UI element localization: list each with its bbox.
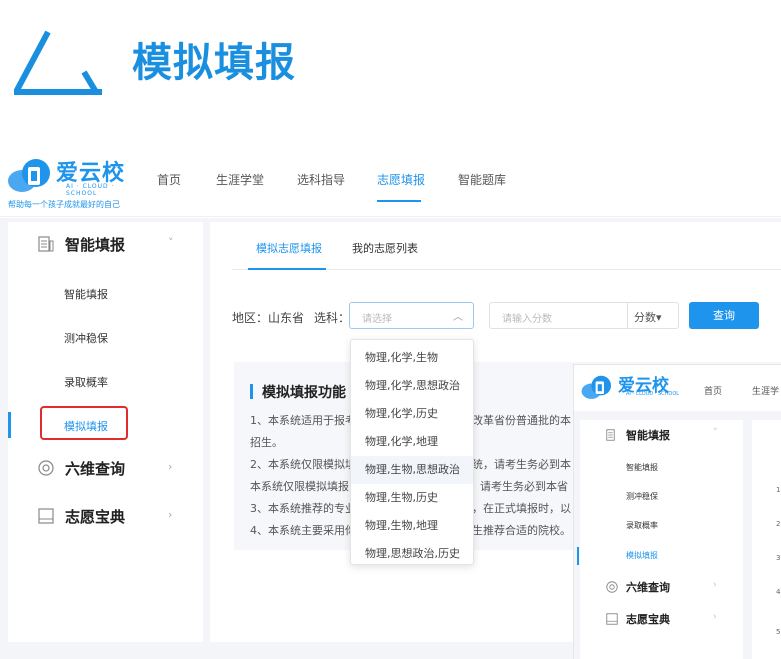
query-button[interactable]: 查询 xyxy=(689,302,759,329)
mini-group-label: 志愿宝典 xyxy=(626,613,670,626)
tab-simulate-fill[interactable]: 模拟志愿填报 xyxy=(256,240,322,256)
chevron-right-icon: › xyxy=(168,460,173,473)
radar-icon xyxy=(38,460,54,476)
mini-item-probability[interactable]: 录取概率 xyxy=(626,520,658,531)
top-navbar: 爱云校 AI · CLOUD · SCHOOL 帮助每一个孩子成就最好的自己 首… xyxy=(0,145,781,217)
mini-list-number: 1 xyxy=(776,486,781,494)
mini-list-number: 5 xyxy=(776,628,781,636)
dropdown-option[interactable]: 物理,生物,思想政治 xyxy=(351,456,473,484)
info-title-bar xyxy=(250,384,253,399)
overlay-screenshot: 爱云校 AI · CLOUD · SCHOOL 首页 生涯学 智能填报 ˅ 智能… xyxy=(573,364,781,659)
mini-item-simulate-fill[interactable]: 模拟填报 xyxy=(626,550,658,561)
hero-header: 模拟填报 xyxy=(0,0,781,110)
mini-group-guidebook[interactable]: 志愿宝典 › xyxy=(580,604,743,634)
sidebar-group-label: 智能填报 xyxy=(65,236,126,254)
chevron-down-icon: ˅ xyxy=(168,236,174,249)
info-line: 4、本系统主要采用你 xyxy=(250,524,356,537)
cloud-logo-icon xyxy=(8,159,50,192)
dropdown-option[interactable]: 物理,化学,历史 xyxy=(351,400,473,428)
region-label: 地区：山东省 xyxy=(232,311,305,325)
mini-list-number: 2 xyxy=(776,520,781,528)
mini-group-smart-fill[interactable]: 智能填报 ˅ xyxy=(580,420,743,450)
nav-volunteer-fill[interactable]: 志愿填报 xyxy=(377,171,425,188)
highlight-box xyxy=(40,406,128,440)
page-title: 模拟填报 xyxy=(132,40,296,86)
info-title: 模拟填报功能 xyxy=(262,385,346,401)
book-icon xyxy=(606,613,618,625)
info-line-right: 请考生务必到本省 xyxy=(480,480,568,493)
subject-placeholder: 请选择 xyxy=(362,314,392,325)
info-line-right: ，在正式填报时，以 xyxy=(472,502,571,515)
mini-main-panel: 1 2 3 4 5 xyxy=(752,420,781,659)
info-line: 1、本系统适用于报考 xyxy=(250,414,356,427)
mini-list-number: 3 xyxy=(776,554,781,562)
chevron-right-icon: › xyxy=(713,580,717,590)
mini-nav-home[interactable]: 首页 xyxy=(704,384,722,397)
sidebar-group-smart-fill[interactable]: 智能填报 ˅ xyxy=(8,222,203,268)
chevron-right-icon: › xyxy=(168,508,173,521)
tab-active-underline xyxy=(248,268,326,270)
mini-sidebar: 智能填报 ˅ 智能填报 测冲稳保 录取概率 模拟填报 六维查询 › 志愿宝典 › xyxy=(577,420,743,659)
nav-active-underline xyxy=(377,200,421,202)
mini-navbar: 爱云校 AI · CLOUD · SCHOOL 首页 生涯学 xyxy=(574,365,781,411)
info-line-right: 改革省份普通批的本 xyxy=(472,414,571,427)
sidebar-group-six-dim[interactable]: 六维查询 › xyxy=(8,446,203,492)
score-placeholder: 请输入分数 xyxy=(502,314,552,325)
score-unit-select[interactable]: 分数▾ xyxy=(634,309,662,325)
input-separator xyxy=(627,303,628,328)
info-line: 本系统仅限模拟填报 xyxy=(250,480,349,493)
brand-slogan: 帮助每一个孩子成就最好的自己 xyxy=(8,200,120,209)
sidebar-group-guidebook[interactable]: 志愿宝典 › xyxy=(8,494,203,540)
sidebar-item-rush-stable[interactable]: 测冲稳保 xyxy=(64,330,108,346)
dropdown-option[interactable]: 物理,生物,历史 xyxy=(351,484,473,512)
radar-icon xyxy=(606,581,618,593)
chevron-up-icon: ︿ xyxy=(453,312,463,323)
mini-group-label: 六维查询 xyxy=(626,581,670,594)
dropdown-option[interactable]: 物理,化学,思想政治 xyxy=(351,372,473,400)
cloud-logo-icon xyxy=(581,375,611,399)
info-line-right: 生推荐合适的院校。 xyxy=(472,524,571,537)
nav-subject-guide[interactable]: 选科指导 xyxy=(297,171,345,188)
sidebar-group-label: 六维查询 xyxy=(65,460,126,478)
triangle-logo-icon xyxy=(14,30,102,95)
chevron-right-icon: › xyxy=(713,612,717,622)
subject-label: 选科： xyxy=(314,311,351,325)
mini-nav-career[interactable]: 生涯学 xyxy=(752,384,779,397)
info-line-right: 统，请考生务必到本 xyxy=(472,458,571,471)
sidebar-item-smart-fill[interactable]: 智能填报 xyxy=(64,286,108,302)
mini-brand-english: AI · CLOUD · SCHOOL xyxy=(626,391,680,397)
mini-active-indicator xyxy=(577,547,579,565)
nav-home[interactable]: 首页 xyxy=(157,171,181,188)
subject-dropdown: 物理,化学,生物 物理,化学,思想政治 物理,化学,历史 物理,化学,地理 物理… xyxy=(350,339,474,565)
sidebar-group-label: 志愿宝典 xyxy=(65,508,126,526)
brand-english: AI · CLOUD · SCHOOL xyxy=(66,183,115,197)
score-input[interactable]: 请输入分数 分数▾ xyxy=(489,302,679,329)
subject-select[interactable]: 请选择 ︿ xyxy=(349,302,474,329)
info-line: 3、本系统推荐的专业 xyxy=(250,502,356,515)
list-icon xyxy=(38,236,54,252)
mini-list-number: 4 xyxy=(776,588,781,596)
nav-career[interactable]: 生涯学堂 xyxy=(216,171,264,188)
list-icon xyxy=(606,429,615,441)
info-line: 招生。 xyxy=(250,436,283,449)
chevron-down-icon: ˅ xyxy=(713,428,718,438)
dropdown-option[interactable]: 物理,化学,生物 xyxy=(351,344,473,372)
nav-question-bank[interactable]: 智能题库 xyxy=(458,171,506,188)
mini-item-rush-stable[interactable]: 测冲稳保 xyxy=(626,491,658,502)
dropdown-option[interactable]: 物理,思想政治,历史 xyxy=(351,540,473,568)
dropdown-option[interactable]: 物理,化学,地理 xyxy=(351,428,473,456)
sidebar-item-probability[interactable]: 录取概率 xyxy=(64,374,108,390)
sidebar-active-indicator xyxy=(8,412,11,438)
sidebar: 智能填报 ˅ 智能填报 测冲稳保 录取概率 模拟填报 六维查询 › 志愿宝典 › xyxy=(8,222,203,642)
tab-my-list[interactable]: 我的志愿列表 xyxy=(352,240,418,256)
brand-logo[interactable]: 爱云校 AI · CLOUD · SCHOOL 帮助每一个孩子成就最好的自己 xyxy=(6,153,136,209)
mini-group-label: 智能填报 xyxy=(626,429,670,442)
mini-group-six-dim[interactable]: 六维查询 › xyxy=(580,572,743,602)
mini-item-smart-fill[interactable]: 智能填报 xyxy=(626,462,658,473)
info-line: 2、本系统仅限模拟填 xyxy=(250,458,356,471)
book-icon xyxy=(38,508,54,524)
dropdown-option[interactable]: 物理,生物,地理 xyxy=(351,512,473,540)
